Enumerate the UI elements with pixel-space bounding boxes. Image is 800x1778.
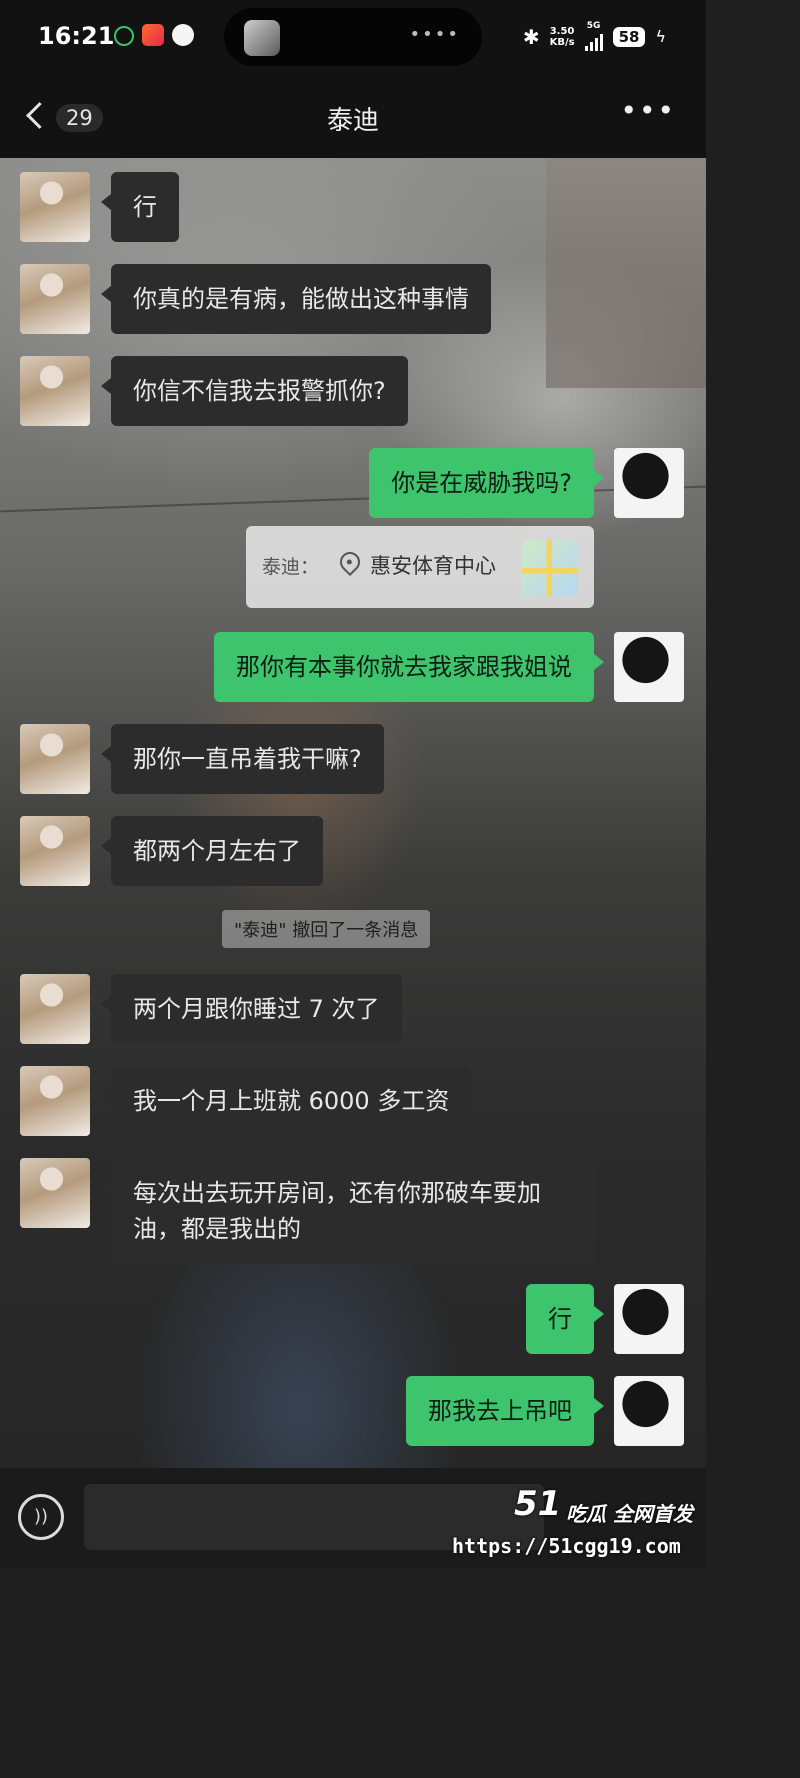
location-share-card[interactable]: 泰迪： 惠安体育中心: [246, 526, 594, 608]
qq-app-icon: [172, 24, 194, 46]
message-bubble-sent[interactable]: 行: [526, 1284, 604, 1354]
watermark: 51 吃瓜 全网首发 https://51cgg19.com: [452, 1484, 706, 1568]
recall-notice: "泰迪" 撤回了一条消息: [222, 910, 431, 948]
watermark-logo: 51: [514, 1484, 562, 1524]
contact-name: 泰迪: [326, 106, 379, 136]
network-speed-unit: KB/s: [549, 36, 575, 48]
contact-avatar[interactable]: [20, 724, 90, 794]
map-thumbnail-icon: [522, 540, 578, 596]
watermark-url: https://51cgg19.com: [452, 1534, 681, 1558]
waveform-icon: ••••: [409, 24, 460, 45]
clock: 16:21: [38, 22, 115, 50]
bluetooth-icon: ✱: [522, 24, 540, 49]
contact-avatar[interactable]: [20, 264, 90, 334]
network-speed-value: 3.50: [549, 25, 575, 37]
contact-avatar[interactable]: [20, 816, 90, 886]
chat-header: 29 泰迪 •••: [0, 78, 706, 158]
cellular-signal-icon: 5G: [584, 22, 603, 51]
dynamic-island[interactable]: ••••: [224, 8, 482, 66]
message-bubble-sent[interactable]: 那我去上吊吧: [406, 1376, 604, 1446]
message-bubble-received[interactable]: 你真的是有病，能做出这种事情: [101, 264, 491, 334]
contact-avatar[interactable]: [20, 356, 90, 426]
chat-history[interactable]: 行 你真的是有病，能做出这种事情 你信不信我去报警抓你? 你是在威胁我吗? 泰迪…: [0, 158, 706, 1468]
network-speed: 3.50 KB/s: [550, 26, 575, 48]
message-bubble-received[interactable]: 你信不信我去报警抓你?: [101, 356, 408, 426]
my-avatar[interactable]: [614, 1376, 684, 1446]
system-status: ✱ 3.50 KB/s 5G 58 ϟ: [523, 22, 666, 51]
message-bubble-received[interactable]: 我一个月上班就 6000 多工资: [100, 1066, 472, 1136]
game-app-icon: [142, 24, 164, 46]
voice-input-icon[interactable]: )): [18, 1494, 64, 1540]
message-bubble-received[interactable]: 每次出去玩开房间，还有你那破车要加油，都是我出的: [101, 1158, 595, 1264]
notification-icons: [114, 24, 194, 46]
my-avatar[interactable]: [614, 448, 684, 518]
message-bubble-received[interactable]: 那你一直吊着我干嘛?: [101, 724, 384, 794]
message-bubble-received[interactable]: 行: [101, 172, 179, 242]
more-options-icon[interactable]: •••: [620, 94, 676, 127]
location-pin-icon: [335, 547, 365, 577]
contact-avatar[interactable]: [20, 1066, 90, 1136]
contact-avatar[interactable]: [20, 1158, 90, 1228]
location-place-name: 惠安体育中心: [370, 554, 496, 578]
status-bar: 16:21 •••• ✱ 3.50 KB/s 5G 58 ϟ: [0, 0, 706, 78]
message-bubble-received[interactable]: 都两个月左右了: [101, 816, 323, 886]
message-bubble-sent[interactable]: 那你有本事你就去我家跟我姐说: [214, 632, 604, 702]
contact-avatar[interactable]: [20, 974, 90, 1044]
contact-avatar[interactable]: [20, 172, 90, 242]
media-thumbnail-icon: [244, 20, 280, 56]
watermark-tagline: 吃瓜 全网首发: [566, 1502, 693, 1526]
location-sender: 泰迪：: [262, 556, 320, 578]
battery-level: 58: [612, 26, 646, 47]
message-bubble-received[interactable]: 两个月跟你睡过 7 次了: [101, 974, 402, 1044]
charging-icon: ϟ: [655, 27, 666, 46]
music-app-icon: [114, 26, 134, 46]
background-wire: [0, 485, 706, 513]
background-building: [546, 158, 706, 388]
message-bubble-sent[interactable]: 你是在威胁我吗?: [369, 448, 604, 518]
my-avatar[interactable]: [614, 1284, 684, 1354]
my-avatar[interactable]: [614, 632, 684, 702]
